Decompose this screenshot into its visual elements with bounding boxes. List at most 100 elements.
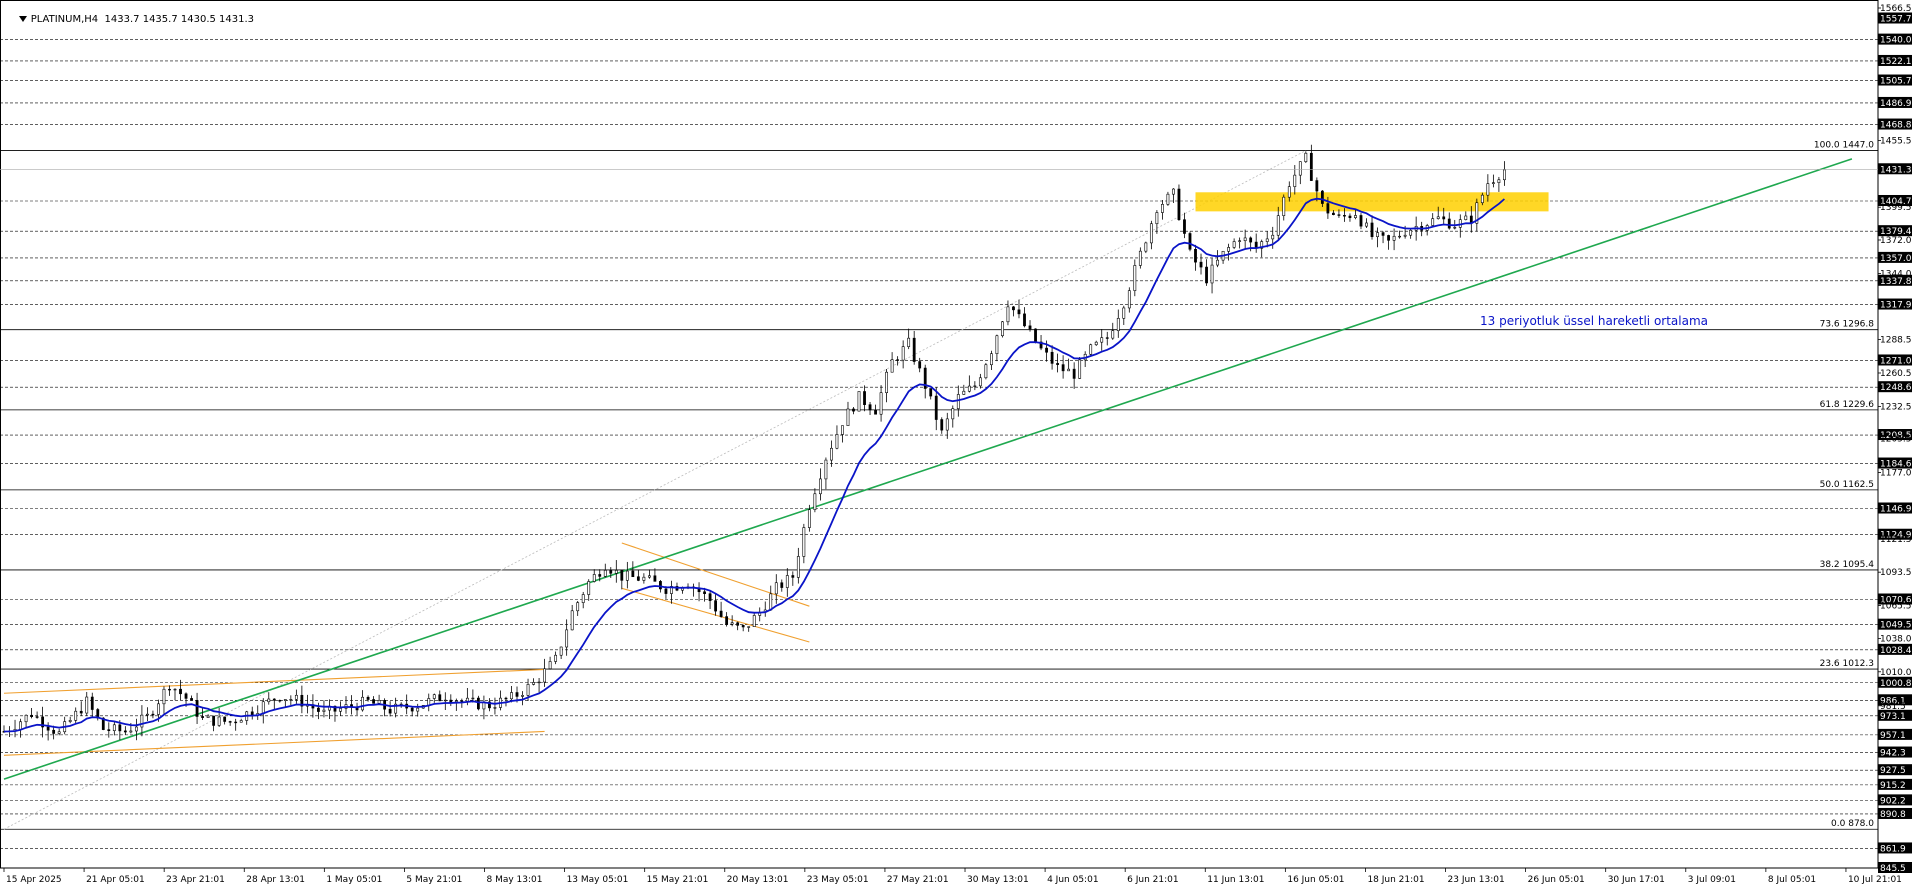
fib-label: 61.8 1229.6 (1820, 400, 1875, 410)
candle-body (956, 394, 960, 409)
candle-body (151, 713, 155, 716)
price-label: 1486.9 (1880, 99, 1912, 109)
price-label: 1205.5 (1880, 435, 1912, 445)
candle-body (1188, 233, 1192, 250)
candle-body (1298, 161, 1302, 176)
candle-body (874, 409, 877, 415)
candle-body (416, 707, 420, 712)
ema-layer (3, 197, 1505, 733)
candle-body (807, 509, 811, 528)
candle-body (824, 459, 828, 480)
candle-body (35, 716, 39, 718)
candle-body (647, 575, 651, 578)
candle-body (1133, 265, 1137, 291)
candle-body (846, 408, 850, 426)
candle-body (741, 625, 745, 628)
candle-body (1094, 341, 1098, 346)
candle-body (278, 700, 282, 702)
price-label: 1000.8 (1880, 679, 1912, 689)
price-label: 957.1 (1880, 731, 1906, 741)
candle-body (1271, 234, 1275, 240)
candle-body (388, 708, 392, 714)
candle-body (267, 698, 271, 703)
candle-body (747, 626, 751, 628)
price-label: 1468.8 (1880, 121, 1912, 131)
candle-body (90, 696, 94, 710)
candle-body (1293, 174, 1297, 187)
candle-body (609, 570, 613, 574)
time-label: 28 Apr 13:01 (246, 875, 305, 885)
candle-body (785, 575, 789, 588)
candle-body (1442, 216, 1446, 220)
candle-body (813, 493, 817, 510)
candle-body (1326, 203, 1330, 214)
candle-body (289, 699, 293, 701)
trendline-layer (3, 158, 1853, 780)
candle-body (940, 419, 944, 431)
candle-body (1045, 347, 1048, 353)
candle-body (995, 335, 999, 355)
candle-body (730, 622, 734, 625)
candle-body (929, 388, 933, 397)
candle-body (1012, 306, 1015, 311)
candle-body (339, 708, 342, 712)
candle-body (228, 721, 232, 723)
candle-body (1089, 344, 1093, 355)
candle-body (796, 556, 800, 578)
time-label: 23 May 05:01 (807, 875, 869, 885)
candle-body (361, 696, 364, 711)
candle-body (1111, 330, 1115, 339)
time-label: 30 Jun 17:01 (1608, 875, 1665, 885)
candle-body (1381, 232, 1385, 236)
candle-body (168, 688, 171, 691)
candle-body (1006, 306, 1010, 323)
candle-body (283, 699, 287, 701)
time-axis[interactable]: 15 Apr 2025 21 Apr 05:01 23 Apr 21:01 28 Ap… (3, 868, 1902, 885)
time-label: 26 Jun 05:01 (1528, 875, 1585, 885)
candle-body (1320, 190, 1324, 204)
candle-body (802, 527, 806, 557)
candle-body (57, 731, 61, 734)
price-label: 915.2 (1880, 781, 1906, 791)
candle-body (526, 684, 530, 696)
price-label: 1065.5 (1880, 602, 1912, 612)
price-label: 861.9 (1880, 844, 1906, 854)
candle-body (780, 582, 784, 588)
candle-body (1183, 219, 1186, 234)
time-label: 6 Jun 21:01 (1127, 875, 1178, 885)
candle-body (918, 361, 922, 369)
candle-body (614, 570, 618, 574)
candle-body (1116, 318, 1120, 332)
candle-body (714, 600, 717, 612)
candle-body (471, 697, 475, 700)
candle-body (896, 359, 900, 361)
candle-body (951, 408, 955, 420)
price-label: 1288.5 (1880, 336, 1912, 346)
candle-body (239, 720, 243, 723)
candle-body (1149, 223, 1153, 244)
candle-body (543, 668, 546, 683)
ema-annotation: 13 periyotluk üssel hareketli ortalama (1480, 314, 1708, 328)
candle-body (830, 447, 833, 461)
candle-body (1028, 325, 1032, 330)
candle-body (46, 726, 50, 731)
candle-body (510, 692, 513, 700)
price-label: 1271.0 (1880, 356, 1912, 366)
candle-body (841, 425, 844, 435)
price-label: 1038.0 (1880, 634, 1912, 644)
support-trendline (3, 158, 1853, 780)
fib-label: 50.0 1162.5 (1820, 480, 1874, 490)
candle-body (1315, 180, 1319, 192)
candle-body (438, 694, 442, 702)
candle-body (1138, 250, 1142, 266)
price-label: 890.8 (1880, 810, 1906, 820)
price-label: 845.5 (1880, 864, 1906, 874)
candle-body (907, 337, 911, 347)
candle-body (1503, 169, 1506, 181)
candle-body (868, 404, 872, 411)
current-price-label: 1431.3 (1880, 165, 1912, 175)
price-label: 973.1 (1880, 712, 1906, 722)
candle-body (1216, 259, 1219, 266)
candle-body (1436, 216, 1440, 219)
dropdown-arrow-icon[interactable] (18, 16, 27, 22)
